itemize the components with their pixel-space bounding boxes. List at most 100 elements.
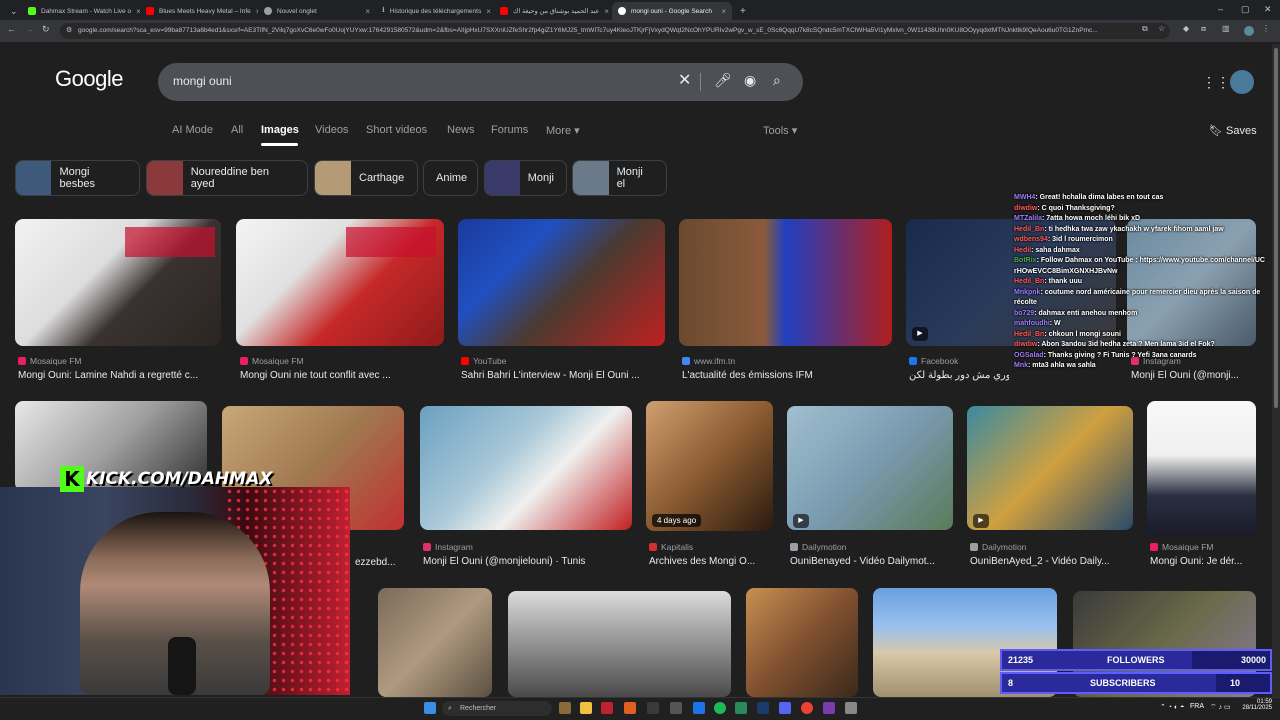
image-result-thumbnail[interactable] [746, 588, 858, 697]
result-source[interactable]: www.ifm.tn [682, 356, 735, 366]
browser-tab[interactable]: Nouvel onglet × [258, 2, 376, 20]
tab-forums[interactable]: Forums [491, 124, 528, 136]
lens-icon[interactable]: ◉ [744, 72, 756, 89]
image-result-thumbnail[interactable] [236, 219, 444, 346]
reload-icon[interactable]: ↻ [42, 24, 50, 35]
search-box[interactable]: mongi ouni ✕ 🎤︎ ◉ ⌕ [158, 63, 803, 101]
close-icon[interactable]: × [486, 7, 491, 16]
clock[interactable]: 01:59 28/11/2025 [1238, 699, 1272, 711]
chip-mongi-besbes[interactable]: Mongi besbes [15, 160, 140, 196]
chip-noureddine-ben-ayed[interactable]: Noureddine ben ayed [146, 160, 308, 196]
close-window-icon[interactable]: ✕ [1264, 4, 1272, 15]
spotify-icon[interactable] [714, 702, 726, 714]
widgets-icon[interactable] [559, 702, 571, 714]
app-icon[interactable] [624, 702, 636, 714]
tab-videos[interactable]: Videos [315, 124, 348, 136]
result-source[interactable]: Instagram [423, 542, 473, 552]
image-result-thumbnail[interactable] [420, 406, 632, 530]
forward-icon[interactable]: → [25, 24, 34, 34]
taskbar-search[interactable]: ⌕ Rechercher [442, 701, 552, 716]
result-source[interactable]: Mosaique FM [18, 356, 82, 366]
menu-kebab-icon[interactable]: ⋮ [1262, 24, 1270, 33]
image-result-thumbnail[interactable] [458, 219, 665, 346]
network-volume-icons[interactable]: ⌔ ♪ ▭ [1210, 703, 1231, 712]
image-result-thumbnail[interactable] [508, 591, 731, 697]
app-icon[interactable] [735, 702, 747, 714]
tab-search-icon[interactable]: ⌄ [4, 2, 18, 20]
maximize-icon[interactable]: ▢ [1241, 4, 1250, 15]
browser-tab[interactable]: عبد الحميد بوشناق من وحيغة اك × [494, 2, 612, 20]
puzzle-icon[interactable]: ⧈ [1201, 24, 1206, 34]
minimize-icon[interactable]: – [1218, 4, 1223, 14]
image-result-thumbnail[interactable]: ▶ [787, 406, 953, 530]
new-tab-button[interactable]: + [734, 2, 750, 20]
image-result-thumbnail[interactable] [15, 219, 221, 346]
clear-icon[interactable]: ✕ [678, 70, 691, 90]
chip-monji-el[interactable]: Monji el [572, 160, 667, 196]
account-avatar[interactable] [1230, 70, 1254, 94]
chip-carthage[interactable]: Carthage [314, 160, 418, 196]
tools-button[interactable]: Tools ▾ [763, 124, 797, 137]
result-title[interactable]: دوري مش دور بطولة لكن ... [909, 370, 1009, 381]
extension-icon[interactable]: ◆ [1183, 24, 1189, 33]
tray-icons[interactable]: ⌃ ◔ ◐ ◓ [1160, 703, 1184, 711]
result-source[interactable]: Dailymotion [790, 542, 846, 552]
browser-tab[interactable]: Dahmax Stream - Watch Live o × [22, 2, 140, 20]
app-icon[interactable] [601, 702, 613, 714]
chip-monji[interactable]: Monji [484, 160, 567, 196]
image-result-thumbnail[interactable] [378, 588, 492, 697]
app-icon[interactable] [823, 702, 835, 714]
result-title[interactable]: Archives des Mongi O... [649, 556, 774, 567]
tab-news[interactable]: News [447, 124, 475, 136]
result-source[interactable]: Facebook [909, 356, 958, 366]
result-title[interactable]: OuniBenAyed_2 - Vidéo Daily... [970, 556, 1132, 567]
result-title[interactable]: Mongi Ouni nie tout conflit avec ... [240, 370, 440, 381]
saves-button[interactable]: 🔖︎ Saves [1209, 124, 1257, 137]
result-title[interactable]: ezzebd... [355, 557, 405, 568]
address-bar[interactable]: ⚙ google.com/search?sca_esv=99ba87713a6b… [60, 23, 1170, 39]
tab-more[interactable]: More ▾ [546, 124, 580, 137]
start-icon[interactable] [424, 702, 436, 714]
image-result-thumbnail[interactable] [679, 219, 892, 346]
result-source[interactable]: YouTube [461, 356, 506, 366]
terminal-icon[interactable] [647, 702, 659, 714]
search-input[interactable]: mongi ouni [173, 74, 232, 88]
tab-all[interactable]: All [231, 124, 243, 136]
discord-icon[interactable] [779, 702, 791, 714]
close-icon[interactable]: × [365, 7, 370, 16]
browser-tab[interactable]: ⭳ Historique des téléchargements × [376, 2, 494, 20]
close-icon[interactable]: × [721, 7, 726, 16]
result-title[interactable]: L'actualité des émissions IFM [682, 370, 882, 381]
sidepanel-icon[interactable]: ▥ [1222, 24, 1230, 33]
result-title[interactable]: Sahri Bahri L'interview - Monji El Ouni … [461, 370, 661, 381]
steam-icon[interactable] [757, 702, 769, 714]
result-source[interactable]: Dailymotion [970, 542, 1026, 552]
back-icon[interactable]: ← [7, 24, 16, 34]
chrome-icon[interactable] [801, 702, 813, 714]
obs-icon[interactable] [670, 702, 682, 714]
bookmark-star-icon[interactable]: ☆ [1158, 24, 1165, 33]
result-source[interactable]: Mosaique FM [240, 356, 304, 366]
tab-ai-mode[interactable]: AI Mode [172, 124, 213, 136]
scrollbar-thumb[interactable] [1274, 48, 1278, 408]
profile-avatar[interactable] [1244, 26, 1254, 36]
result-title[interactable]: Monji El Ouni (@monjielouni) · Tunis [423, 556, 633, 567]
app-icon[interactable] [845, 702, 857, 714]
result-source[interactable]: Kapitalis [649, 542, 693, 552]
site-info-icon[interactable]: ⚙ [66, 23, 72, 39]
browser-tab[interactable]: Blues Meets Heavy Metal – Infe× [140, 2, 258, 20]
result-title[interactable]: Mongi Ouni: Je dér... [1150, 556, 1255, 567]
language-indicator[interactable]: FRA [1190, 703, 1204, 710]
chip-anime[interactable]: Anime [423, 160, 478, 196]
file-explorer-icon[interactable] [580, 702, 592, 714]
google-logo[interactable]: Google [55, 66, 123, 92]
browser-tab-active[interactable]: mongi ouni - Google Search × [612, 2, 732, 20]
app-icon[interactable] [693, 702, 705, 714]
image-result-thumbnail[interactable]: 4 days ago [646, 401, 773, 531]
close-icon[interactable]: × [604, 7, 609, 16]
result-source[interactable]: Mosaique FM [1150, 542, 1214, 552]
tab-images[interactable]: Images [261, 124, 299, 136]
result-title[interactable]: Mongi Ouni: Lamine Nahdi a regretté c... [18, 370, 218, 381]
search-icon[interactable]: ⌕ [773, 72, 781, 89]
tab-short-videos[interactable]: Short videos [366, 124, 427, 136]
